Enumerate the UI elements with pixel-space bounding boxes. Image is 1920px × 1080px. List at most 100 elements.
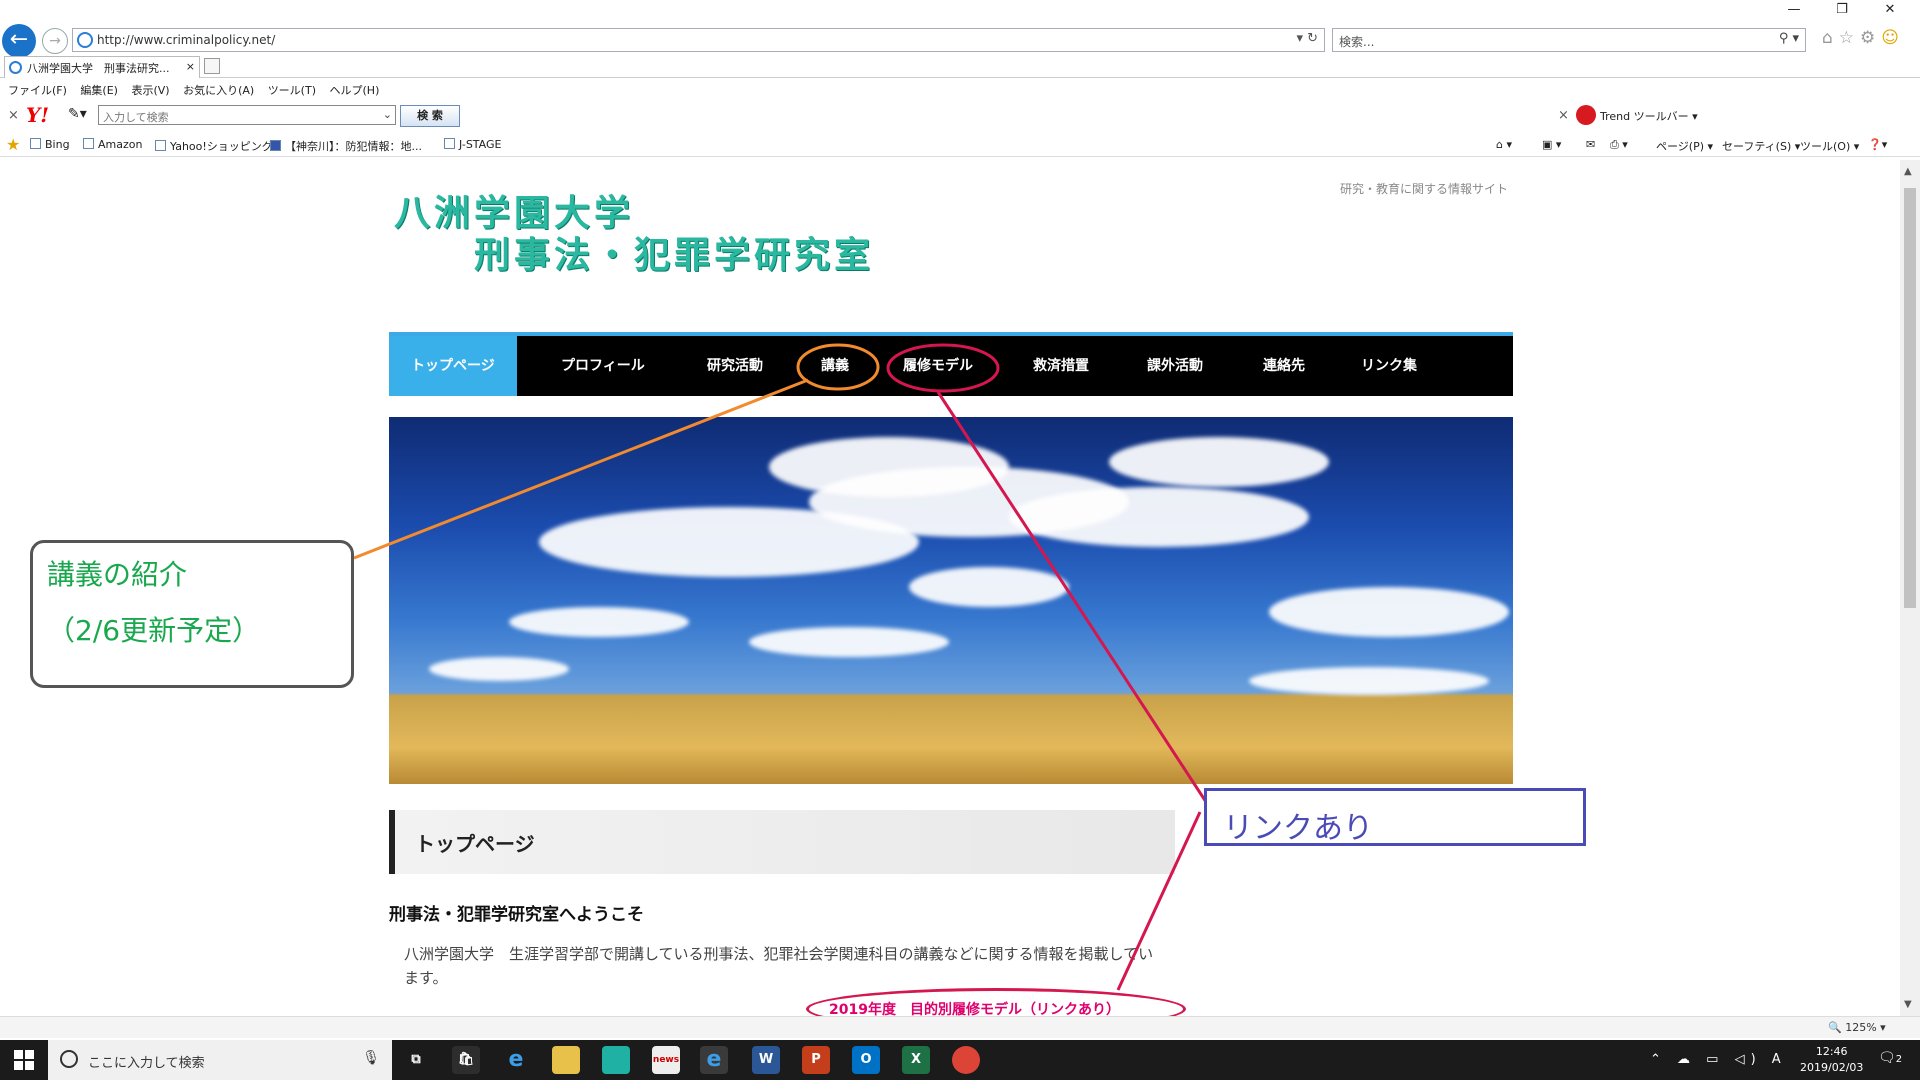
- fav-amazon[interactable]: Amazon: [83, 138, 142, 151]
- yahoo-logo-icon[interactable]: Y!: [26, 103, 49, 127]
- taskbar-clock[interactable]: 12:46 2019/02/03: [1800, 1044, 1863, 1076]
- chevron-down-icon[interactable]: ⌄: [383, 108, 392, 121]
- tab-ie-icon: [9, 61, 22, 74]
- forward-arrow-icon[interactable]: →: [42, 28, 68, 54]
- fav-bing-label: Bing: [45, 138, 70, 151]
- help-icon[interactable]: ❓▾: [1868, 138, 1887, 151]
- nav-lectures[interactable]: 講義: [821, 336, 849, 396]
- page-menu[interactable]: ページ(P) ▾: [1656, 138, 1713, 154]
- page-icon: [30, 138, 41, 149]
- internet-explorer-icon[interactable]: e: [700, 1046, 728, 1074]
- tab-close-icon[interactable]: ×: [186, 60, 195, 73]
- scroll-up-icon[interactable]: ▲: [1904, 166, 1912, 177]
- outlook-icon[interactable]: O: [852, 1046, 880, 1074]
- home-cmd-icon[interactable]: ⌂ ▾: [1496, 138, 1512, 151]
- print-icon[interactable]: ⎙ ▾: [1610, 138, 1628, 152]
- close-icon[interactable]: ✕: [1866, 2, 1914, 17]
- smiley-icon[interactable]: ☺: [1881, 28, 1905, 48]
- scroll-down-icon[interactable]: ▼: [1904, 999, 1912, 1010]
- menu-help[interactable]: ヘルプ(H): [330, 82, 380, 98]
- home-icon[interactable]: ⌂: [1822, 28, 1839, 48]
- notification-icon[interactable]: 🗨2: [1878, 1050, 1902, 1066]
- lecture-callout-title: 講義の紹介: [47, 558, 188, 591]
- microphone-icon[interactable]: 🎙: [362, 1050, 380, 1066]
- trend-close-icon[interactable]: ×: [1558, 108, 1569, 123]
- main-nav: トップページ プロフィール 研究活動 講義 履修モデル 救済措置 課外活動 連絡…: [389, 332, 1513, 396]
- nav-links[interactable]: リンク集: [1361, 336, 1417, 396]
- browser-chrome: — ❐ ✕ ← → http://www.criminalpolicy.net/ ▾…: [0, 0, 1920, 160]
- system-tray[interactable]: ⌃ ☁ ▭ ◁) A: [1650, 1052, 1787, 1067]
- nav-top-page[interactable]: トップページ: [389, 336, 517, 396]
- new-tab-icon[interactable]: [204, 58, 220, 74]
- menu-file[interactable]: ファイル(F): [8, 82, 67, 98]
- fav-bing[interactable]: Bing: [30, 138, 70, 151]
- intro-paragraph: 八洲学園大学 生涯学習学部で開講している刑事法、犯罪社会学関連科目の講義などに関…: [404, 945, 1154, 987]
- restore-icon[interactable]: ❐: [1818, 2, 1866, 17]
- yahoo-close-icon[interactable]: ×: [8, 108, 19, 123]
- menu-bar: ファイル(F) 編集(E) 表示(V) お気に入り(A) ツール(T) ヘルプ(…: [0, 80, 1920, 100]
- page-icon: [270, 140, 281, 151]
- gear-icon[interactable]: ⚙: [1860, 28, 1881, 48]
- page-icon: [83, 138, 94, 149]
- trend-logo-icon: [1576, 105, 1596, 125]
- menu-view[interactable]: 表示(V): [131, 82, 169, 98]
- menu-edit[interactable]: 編集(E): [80, 82, 118, 98]
- fav-yahoo-shopping[interactable]: Yahoo!ショッピング: [155, 138, 273, 154]
- windows-start-icon[interactable]: [14, 1050, 34, 1070]
- page-icon: [444, 138, 455, 149]
- search-icon[interactable]: ⚲ ▾: [1779, 31, 1799, 46]
- safety-menu[interactable]: セーフティ(S) ▾: [1722, 138, 1800, 154]
- store-icon[interactable]: 🛍: [452, 1046, 480, 1074]
- fav-amazon-label: Amazon: [98, 138, 143, 151]
- site-logo-line2[interactable]: 刑事法・犯罪学研究室: [474, 226, 874, 278]
- yahoo-search-button[interactable]: 検 索: [400, 105, 460, 127]
- yahoo-search-input[interactable]: 入力して検索 ⌄: [98, 105, 396, 125]
- browser-search-input[interactable]: 検索... ⚲ ▾: [1332, 28, 1806, 52]
- excel-icon[interactable]: X: [902, 1046, 930, 1074]
- back-arrow-icon[interactable]: ←: [2, 24, 36, 58]
- taskbar: ここに入力して検索 🎙 ⧉ 🛍 e news e W P O X ⌃ ☁ ▭ ◁…: [0, 1040, 1920, 1080]
- minimize-icon[interactable]: —: [1770, 2, 1818, 17]
- trend-toolbar-button[interactable]: Trend ツールバー ▾: [1600, 108, 1698, 124]
- edge-icon[interactable]: e: [502, 1046, 530, 1074]
- fav-kanagawa[interactable]: 【神奈川】：防犯情報：地...: [270, 138, 422, 154]
- menu-favorites[interactable]: お気に入り(A): [183, 82, 254, 98]
- menu-tools[interactable]: ツール(T): [268, 82, 316, 98]
- favorites-star-icon[interactable]: ★: [6, 135, 20, 154]
- refresh-icon[interactable]: ▾ ↻: [1296, 31, 1318, 46]
- link-callout-text: リンクあり: [1223, 811, 1373, 846]
- zoom-level[interactable]: 🔍 125% ▾: [1828, 1021, 1886, 1034]
- nav-contact[interactable]: 連絡先: [1263, 336, 1305, 396]
- nav-profile[interactable]: プロフィール: [561, 336, 645, 396]
- news-icon[interactable]: news: [652, 1046, 680, 1074]
- file-explorer-icon[interactable]: [552, 1046, 580, 1074]
- cloud: [539, 507, 919, 577]
- ime-indicator[interactable]: A: [1772, 1052, 1787, 1067]
- page-scrollbar[interactable]: ▲ ▼: [1900, 160, 1920, 1016]
- fav-jstage[interactable]: J-STAGE: [444, 138, 501, 151]
- feed-icon[interactable]: ▣ ▾: [1542, 138, 1561, 151]
- powerpoint-icon[interactable]: P: [802, 1046, 830, 1074]
- mail-icon[interactable]: ✉: [1586, 138, 1595, 151]
- tab-active[interactable]: 八洲学園大学 刑事法研究... ×: [4, 56, 200, 78]
- nav-course-model[interactable]: 履修モデル: [903, 336, 973, 396]
- favorites-star-icon[interactable]: ☆: [1839, 28, 1860, 48]
- nav-extracurricular[interactable]: 課外活動: [1147, 336, 1203, 396]
- tools-menu[interactable]: ツール(O) ▾: [1800, 138, 1859, 154]
- word-icon[interactable]: W: [752, 1046, 780, 1074]
- chrome-icon[interactable]: [952, 1046, 980, 1074]
- task-view-icon[interactable]: ⧉: [402, 1046, 430, 1074]
- taskbar-search-input[interactable]: ここに入力して検索 🎙: [48, 1040, 392, 1080]
- app-icon[interactable]: [602, 1046, 630, 1074]
- notification-count: 2: [1895, 1054, 1903, 1065]
- cloud: [909, 567, 1069, 607]
- fav-jstage-label: J-STAGE: [459, 138, 502, 151]
- nav-relief[interactable]: 救済措置: [1033, 336, 1089, 396]
- address-bar[interactable]: http://www.criminalpolicy.net/ ▾ ↻: [72, 28, 1325, 52]
- fav-yahoo-shopping-label: Yahoo!ショッピング: [170, 140, 273, 153]
- section-heading-text: トップページ: [415, 832, 535, 856]
- pen-icon[interactable]: ✎▾: [68, 106, 87, 122]
- nav-research[interactable]: 研究活動: [707, 336, 763, 396]
- scroll-thumb[interactable]: [1904, 188, 1916, 608]
- link-callout: リンクあり: [1204, 788, 1586, 846]
